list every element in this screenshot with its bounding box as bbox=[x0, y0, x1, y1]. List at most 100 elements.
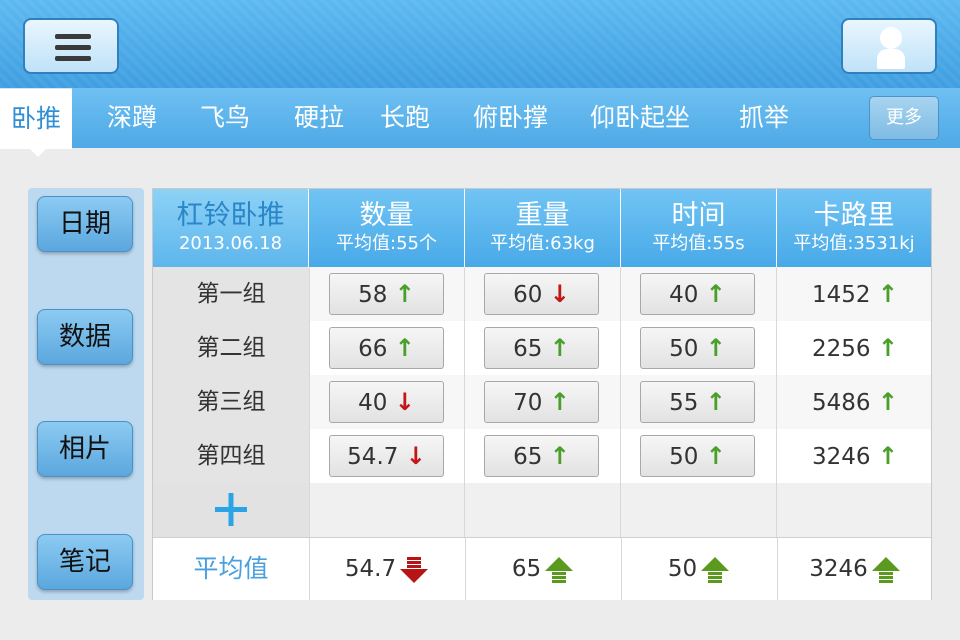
value-number: 55 bbox=[669, 390, 706, 416]
value-number: 66 bbox=[358, 336, 395, 362]
table-cell: 3246 ↑ bbox=[777, 429, 933, 483]
table-cell: 58 ↑ bbox=[309, 267, 465, 321]
average-value: 50 bbox=[621, 538, 777, 600]
arrow-down-icon: ↓ bbox=[405, 442, 426, 470]
set-label: 第三组 bbox=[153, 375, 309, 429]
column-average: 平均值:3531kj bbox=[793, 233, 915, 254]
top-bar bbox=[0, 0, 960, 88]
more-button[interactable]: 更多 bbox=[869, 96, 939, 140]
column-title: 时间 bbox=[671, 200, 726, 231]
value-field[interactable]: 58 ↑ bbox=[329, 273, 444, 315]
average-number: 50 bbox=[667, 556, 698, 582]
table-row: 第四组 54.7 ↓ 65 ↑ 50 ↑ 3246 ↑ bbox=[153, 429, 931, 483]
value-number: 65 bbox=[513, 444, 550, 470]
exercise-tabs: 卧推 深蹲 飞鸟 硬拉 长跑 俯卧撑 仰卧起坐 抓举 bbox=[0, 88, 960, 157]
arrow-up-icon: ↑ bbox=[394, 280, 415, 308]
value-field[interactable]: 65 ↑ bbox=[484, 327, 599, 369]
value-field[interactable]: 60 ↓ bbox=[484, 273, 599, 315]
value-field[interactable]: 54.7 ↓ bbox=[329, 435, 444, 477]
tab-deadlift[interactable]: 硬拉 bbox=[294, 88, 344, 148]
arrow-down-icon: ↓ bbox=[394, 388, 415, 416]
arrow-up-icon: ↑ bbox=[549, 442, 570, 470]
arrow-up-icon: ↑ bbox=[877, 334, 898, 362]
add-set-button[interactable] bbox=[153, 483, 309, 537]
table-row: 第一组 58 ↑ 60 ↓ 40 ↑ 1452 ↑ bbox=[153, 267, 931, 321]
arrow-up-icon: ↑ bbox=[705, 442, 726, 470]
value-text: 1452 ↑ bbox=[777, 267, 933, 321]
table-cell: 65 ↑ bbox=[465, 429, 621, 483]
average-value: 54.7 bbox=[309, 538, 465, 600]
workout-table: 杠铃卧推 2013.06.18 数量 平均值:55个 重量 平均值:63kg 时… bbox=[152, 188, 932, 600]
column-average: 平均值:63kg bbox=[490, 233, 595, 254]
column-average: 平均值:55个 bbox=[336, 233, 437, 254]
tab-situp[interactable]: 仰卧起坐 bbox=[590, 88, 690, 148]
value-number: 40 bbox=[358, 390, 395, 416]
side-panel: 日期 数据 相片 笔记 bbox=[28, 188, 144, 600]
table-cell: 55 ↑ bbox=[621, 375, 777, 429]
value-field[interactable]: 50 ↑ bbox=[640, 435, 755, 477]
value-field[interactable]: 40 ↑ bbox=[640, 273, 755, 315]
average-number: 54.7 bbox=[344, 556, 397, 582]
arrow-up-icon: ↑ bbox=[549, 334, 570, 362]
value-number: 1452 bbox=[812, 282, 878, 308]
column-title: 数量 bbox=[359, 200, 414, 231]
arrow-up-icon: ↑ bbox=[877, 442, 898, 470]
value-number: 40 bbox=[669, 282, 706, 308]
value-number: 65 bbox=[513, 336, 550, 362]
tab-fly[interactable]: 飞鸟 bbox=[200, 88, 250, 148]
table-row: 第三组 40 ↓ 70 ↑ 55 ↑ 5486 ↑ bbox=[153, 375, 931, 429]
tab-running[interactable]: 长跑 bbox=[380, 88, 430, 148]
table-row: 第二组 66 ↑ 65 ↑ 50 ↑ 2256 ↑ bbox=[153, 321, 931, 375]
table-cell: 5486 ↑ bbox=[777, 375, 933, 429]
add-row bbox=[153, 483, 931, 537]
tab-squat[interactable]: 深蹲 bbox=[107, 88, 157, 148]
exercise-title: 杠铃卧推 bbox=[176, 200, 285, 231]
user-button[interactable] bbox=[841, 18, 937, 74]
arrow-up-icon: ↑ bbox=[705, 388, 726, 416]
trend-up-arrow-icon bbox=[871, 556, 900, 583]
value-field[interactable]: 65 ↑ bbox=[484, 435, 599, 477]
value-number: 5486 bbox=[812, 390, 878, 416]
column-title: 卡路里 bbox=[813, 200, 895, 231]
arrow-up-icon: ↑ bbox=[877, 388, 898, 416]
trend-up-arrow-icon bbox=[545, 556, 574, 583]
table-cell: 65 ↑ bbox=[465, 321, 621, 375]
column-header-time: 时间 平均值:55s bbox=[621, 189, 777, 267]
set-label: 第一组 bbox=[153, 267, 309, 321]
set-label: 第四组 bbox=[153, 429, 309, 483]
average-row: 平均值 54.7 65 50 3246 bbox=[153, 537, 931, 600]
value-field[interactable]: 66 ↑ bbox=[329, 327, 444, 369]
date-button[interactable]: 日期 bbox=[37, 196, 133, 252]
plus-icon bbox=[215, 493, 247, 526]
table-cell: 54.7 ↓ bbox=[309, 429, 465, 483]
table-cell: 70 ↑ bbox=[465, 375, 621, 429]
table-cell: 2256 ↑ bbox=[777, 321, 933, 375]
data-button[interactable]: 数据 bbox=[37, 309, 133, 365]
average-number: 3246 bbox=[809, 556, 868, 582]
value-field[interactable]: 55 ↑ bbox=[640, 381, 755, 423]
photos-button[interactable]: 相片 bbox=[37, 421, 133, 477]
notes-button[interactable]: 笔记 bbox=[37, 534, 133, 590]
value-field[interactable]: 40 ↓ bbox=[329, 381, 444, 423]
value-field[interactable]: 50 ↑ bbox=[640, 327, 755, 369]
value-number: 50 bbox=[669, 444, 706, 470]
value-number: 3246 bbox=[812, 444, 878, 470]
column-header-weight: 重量 平均值:63kg bbox=[465, 189, 621, 267]
value-number: 50 bbox=[669, 336, 706, 362]
column-header-count: 数量 平均值:55个 bbox=[309, 189, 465, 267]
table-cell: 50 ↑ bbox=[621, 321, 777, 375]
trend-down-arrow-icon bbox=[400, 556, 429, 583]
value-number: 58 bbox=[358, 282, 395, 308]
tab-bench-press[interactable]: 卧推 bbox=[0, 88, 72, 157]
active-tab-indicator bbox=[30, 149, 46, 157]
menu-button[interactable] bbox=[23, 18, 119, 74]
tab-pushup[interactable]: 俯卧撑 bbox=[473, 88, 548, 148]
average-value: 3246 bbox=[777, 538, 933, 600]
value-field[interactable]: 70 ↑ bbox=[484, 381, 599, 423]
column-header-calories: 卡路里 平均值:3531kj bbox=[777, 189, 931, 267]
trend-up-arrow-icon bbox=[701, 556, 730, 583]
value-text: 2256 ↑ bbox=[777, 321, 933, 375]
value-number: 60 bbox=[513, 282, 550, 308]
average-value: 65 bbox=[465, 538, 621, 600]
tab-snatch[interactable]: 抓举 bbox=[739, 88, 789, 148]
